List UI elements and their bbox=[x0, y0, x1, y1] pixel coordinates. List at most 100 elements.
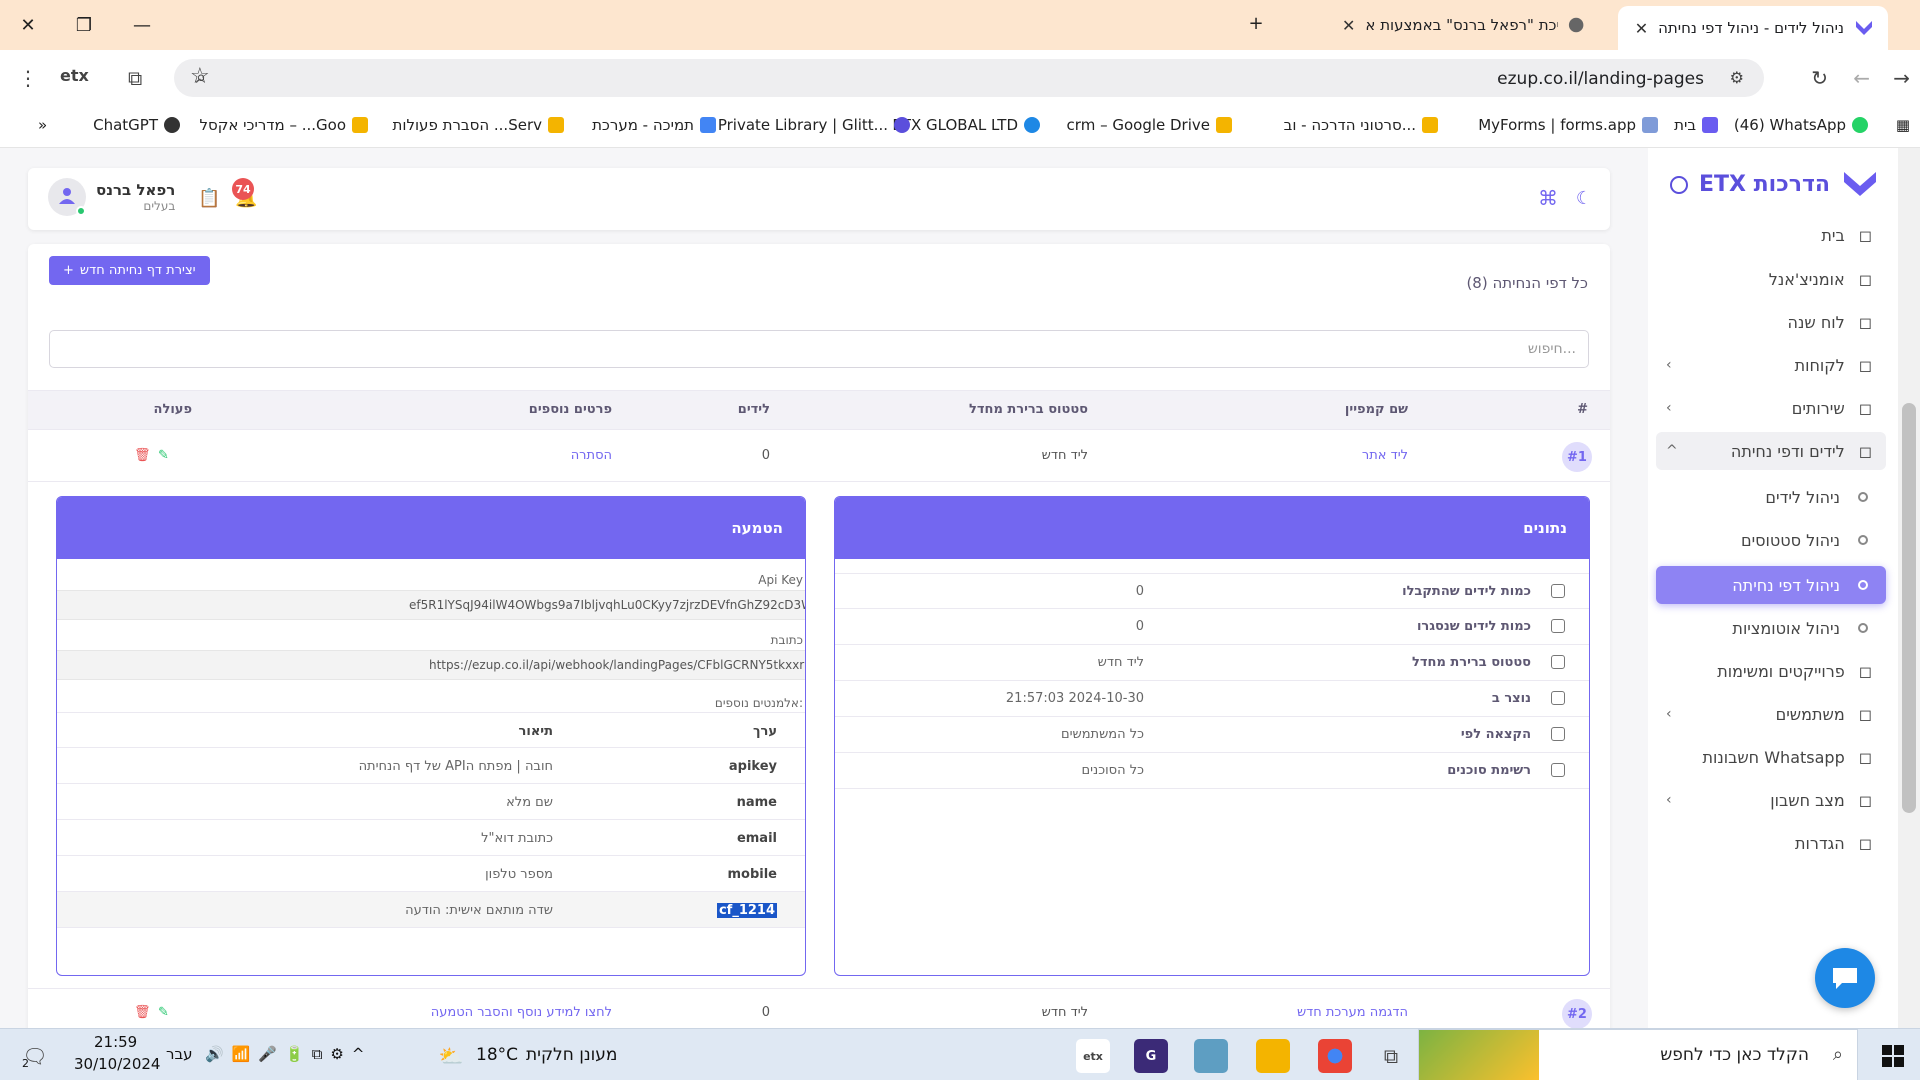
sidebar-item[interactable]: ניהול אוטומציות bbox=[1656, 609, 1886, 647]
bookmark-item[interactable]: הסברת פעולות ...Serv bbox=[393, 116, 564, 134]
tray-icons[interactable]: 🔊📶🎤🔋⧉⚙^ bbox=[205, 1045, 372, 1063]
element-row: mobile מספר טלפון bbox=[57, 856, 805, 892]
window-close-icon[interactable]: ✕ bbox=[8, 10, 48, 40]
address-bar-row: → ← ↻ ezup.co.il/landing-pages ⚙ ⌕ ☆ ⧉ e… bbox=[0, 50, 1920, 106]
new-landing-page-button[interactable]: + יצירת דף נחיתה חדש bbox=[49, 256, 210, 285]
apps-icon[interactable]: ▦ bbox=[1896, 116, 1910, 134]
sidebar-item[interactable]: ◻ פרוייקטים ומשימות bbox=[1656, 652, 1886, 690]
edit-icon[interactable]: ✎ bbox=[158, 448, 169, 463]
address-field[interactable]: https://ezup.co.il/api/webhook/landingPa… bbox=[57, 650, 805, 680]
data-row: סטטוס ברירת מחדל ליד חדש bbox=[835, 645, 1589, 681]
page-scrollbar[interactable] bbox=[1898, 148, 1920, 1028]
bookmark-item[interactable]: ChatGPT bbox=[93, 116, 180, 134]
trash-icon[interactable]: 🗑 bbox=[134, 1005, 151, 1020]
bookmark-item[interactable]: ETX GLOBAL LTD bbox=[892, 116, 1040, 134]
element-key[interactable]: email bbox=[737, 831, 777, 846]
sidebar-item[interactable]: ◻ אומניצ'אנל bbox=[1656, 260, 1886, 298]
new-tab-button[interactable]: + bbox=[1236, 8, 1276, 38]
element-key[interactable]: cf_1214 bbox=[716, 903, 777, 918]
calendar-icon bbox=[1551, 655, 1565, 669]
brand[interactable]: ETX הדרכות bbox=[1699, 170, 1878, 198]
language-indicator[interactable]: עבר bbox=[166, 1045, 193, 1063]
more-bookmarks-icon[interactable]: » bbox=[38, 116, 47, 134]
command-icon[interactable]: ⌘ bbox=[1538, 186, 1558, 210]
pin-sidebar-icon[interactable] bbox=[1670, 176, 1688, 194]
etx-extension-icon[interactable]: etx bbox=[60, 66, 89, 85]
sidebar-item[interactable]: ◻ לוח שנה bbox=[1656, 303, 1886, 341]
search-input[interactable]: חיפוש... bbox=[49, 330, 1589, 368]
window-minimize-icon[interactable]: — bbox=[122, 10, 162, 40]
menu-dots-icon[interactable]: ⋮ bbox=[18, 66, 38, 90]
sidebar-item[interactable]: ◻ משתמשים ‹ bbox=[1656, 695, 1886, 733]
bookmark-item[interactable]: (46) WhatsApp bbox=[1734, 116, 1868, 134]
bookmark-item[interactable]: Private Library | Glitt... bbox=[718, 116, 910, 134]
clipboard-icon[interactable]: 📋 bbox=[198, 188, 220, 209]
window-restore-icon[interactable]: ❐ bbox=[64, 10, 104, 40]
brand-name: ETX הדרכות bbox=[1699, 171, 1830, 197]
campaign-link[interactable]: הדגמה מערכת חדש bbox=[1297, 1005, 1408, 1020]
reload-icon[interactable]: ↻ bbox=[1811, 66, 1828, 90]
omnibox[interactable]: ezup.co.il/landing-pages ⚙ ⌕ bbox=[174, 59, 1764, 97]
users-icon: ◻ bbox=[1858, 790, 1872, 810]
col-value: ערך bbox=[753, 724, 777, 739]
app-icon[interactable] bbox=[1194, 1039, 1228, 1073]
bookmark-item[interactable]: MyForms | forms.app bbox=[1478, 116, 1658, 134]
sidebar-item[interactable]: ◻ הגדרות bbox=[1656, 824, 1886, 862]
clock-date[interactable]: 30/10/2024 bbox=[74, 1055, 160, 1073]
whatsapp-icon bbox=[1852, 117, 1868, 133]
details-toggle[interactable]: לחצו למידע נוסף והסבר הטמעה bbox=[431, 1005, 612, 1020]
chrome-icon[interactable] bbox=[1318, 1039, 1352, 1073]
status-text: ליד חדש bbox=[1041, 1005, 1088, 1020]
user-menu[interactable]: רפאל ברנס בעלים bbox=[48, 178, 175, 216]
task-view-icon[interactable]: ⧉ bbox=[1374, 1039, 1408, 1073]
clock-time[interactable]: 21:59 bbox=[94, 1033, 137, 1051]
sidebar-item[interactable]: ◻ לידים ודפי נחיתה ^ bbox=[1656, 432, 1886, 470]
star-icon[interactable]: ☆ bbox=[190, 64, 210, 89]
taskbar-search[interactable]: ⌕ הקלד כאן כדי לחפש bbox=[1418, 1029, 1858, 1080]
smile-icon bbox=[1551, 763, 1565, 777]
element-key[interactable]: name bbox=[737, 795, 777, 810]
site-settings-icon[interactable]: ⚙ bbox=[1730, 68, 1744, 87]
file-explorer-icon[interactable] bbox=[1256, 1039, 1290, 1073]
bookmark-item[interactable]: מדריכי אקסל – ...Goo bbox=[199, 116, 368, 134]
extensions-icon[interactable]: ⧉ bbox=[128, 66, 142, 90]
sidebar-item[interactable]: ניהול סטטוסים bbox=[1656, 521, 1886, 559]
data-label: כמות לידים שהתקבלו bbox=[1402, 584, 1531, 599]
campaign-link[interactable]: ליד אתר bbox=[1362, 448, 1408, 463]
weather-icon[interactable]: ⛅ bbox=[434, 1039, 468, 1073]
sidebar-item[interactable]: ◻ לקוחות ‹ bbox=[1656, 346, 1886, 384]
windows-start-icon[interactable] bbox=[1876, 1039, 1910, 1073]
etx-app-icon[interactable]: etx bbox=[1076, 1039, 1110, 1073]
bookmark-item[interactable]: תמיכה - מערכת bbox=[592, 116, 716, 134]
bookmark-item[interactable]: crm – Google Drive bbox=[1067, 116, 1232, 134]
sidebar-item[interactable]: ◻ חשבונות Whatsapp bbox=[1656, 738, 1886, 776]
bookmark-label: (46) WhatsApp bbox=[1733, 116, 1846, 134]
sidebar-item[interactable]: ניהול לידים bbox=[1656, 478, 1886, 516]
chat-widget-button[interactable] bbox=[1815, 948, 1875, 1008]
forward-icon[interactable]: ← bbox=[1853, 66, 1870, 90]
col-leads: לידים bbox=[737, 402, 770, 417]
sidebar-item-label: משתמשים bbox=[1775, 704, 1845, 724]
sidebar-item[interactable]: ◻ מצב חשבון ‹ bbox=[1656, 781, 1886, 819]
sidebar-item[interactable]: ◻ בית bbox=[1656, 216, 1886, 254]
trash-icon[interactable]: 🗑 bbox=[134, 448, 151, 463]
bookmark-item[interactable]: סרטוני הדרכה - וב... bbox=[1284, 116, 1438, 134]
tab-close-icon[interactable]: ✕ bbox=[1342, 16, 1355, 35]
element-key[interactable]: apikey bbox=[729, 759, 777, 774]
sidebar-item[interactable]: ◻ שירותים ‹ bbox=[1656, 389, 1886, 427]
element-key[interactable]: mobile bbox=[727, 867, 777, 882]
tab-close-icon[interactable]: ✕ bbox=[1635, 19, 1648, 38]
edit-icon[interactable]: ✎ bbox=[158, 1005, 169, 1020]
chat-bubble-icon: ◻ bbox=[1858, 269, 1872, 289]
users-icon: ◻ bbox=[1858, 704, 1872, 724]
api-key-field[interactable]: ef5R1lYSqJ94ilW4OWbgs9a7IbljvqhLu0CKyy7z… bbox=[57, 590, 805, 620]
leads-count: 0 bbox=[761, 448, 770, 463]
back-icon[interactable]: → bbox=[1893, 66, 1910, 90]
tab-active[interactable]: ניהול לידים - ניהול דפי נחיתה ✕ bbox=[1618, 6, 1888, 50]
details-toggle[interactable]: הסתרה bbox=[571, 448, 612, 463]
bookmark-item[interactable]: בית bbox=[1674, 116, 1718, 134]
glitter-app-icon[interactable]: G bbox=[1134, 1039, 1168, 1073]
sidebar-item[interactable]: ניהול דפי נחיתה bbox=[1656, 566, 1886, 604]
tab-2[interactable]: עריכת "רפאל ברנס" באמצעות א ✕ bbox=[1328, 8, 1598, 42]
moon-icon[interactable]: ☾ bbox=[1576, 188, 1592, 209]
